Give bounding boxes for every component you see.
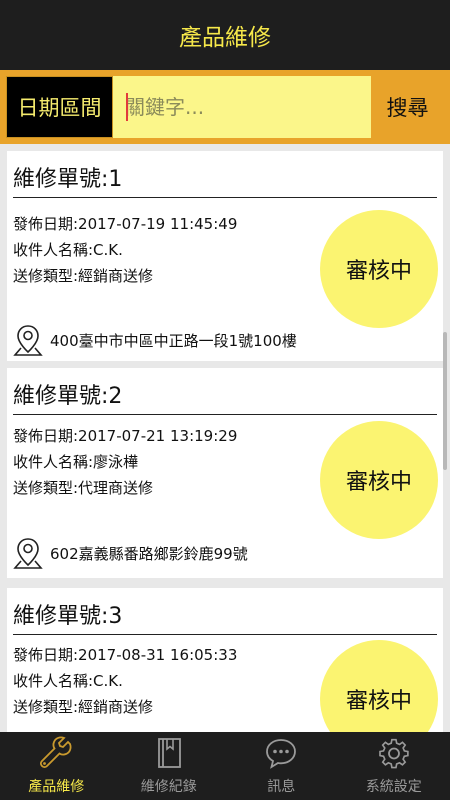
nav-item-records[interactable]: 維修紀錄 xyxy=(113,732,226,800)
wrench-icon xyxy=(40,736,72,769)
recipient-name: 收件人名稱:C.K. xyxy=(13,241,123,259)
repair-order-list[interactable]: 維修單號:1 發佈日期:2017-07-19 11:45:49 收件人名稱:C.… xyxy=(0,144,450,732)
book-icon xyxy=(157,738,181,768)
repair-order-card[interactable]: 維修單號:2 發佈日期:2017-07-21 13:19:29 收件人名稱:廖泳… xyxy=(7,368,443,578)
recipient-name: 收件人名稱:C.K. xyxy=(13,672,123,690)
nav-label: 維修紀錄 xyxy=(140,779,197,795)
location-pin-icon xyxy=(13,325,43,356)
repair-type: 送修類型:經銷商送修 xyxy=(13,267,154,285)
scrollbar[interactable] xyxy=(443,332,447,470)
nav-label: 系統設定 xyxy=(365,779,422,795)
publish-date: 發佈日期:2017-07-19 11:45:49 xyxy=(13,215,238,233)
publish-date: 發佈日期:2017-08-31 16:05:33 xyxy=(13,646,238,664)
repair-order-card[interactable]: 維修單號:1 發佈日期:2017-07-19 11:45:49 收件人名稱:C.… xyxy=(7,151,443,361)
publish-date: 發佈日期:2017-07-21 13:19:29 xyxy=(13,427,238,445)
status-badge: 審核中 xyxy=(320,640,438,732)
search-button[interactable]: 搜尋 xyxy=(371,76,444,138)
divider xyxy=(13,634,437,635)
app-header: 產品維修 xyxy=(0,0,450,70)
text-caret xyxy=(126,93,128,121)
page-title: 產品維修 xyxy=(179,25,271,51)
order-number: 維修單號:2 xyxy=(13,384,123,409)
keyword-search-input[interactable] xyxy=(113,76,371,138)
nav-item-messages[interactable]: 訊息 xyxy=(225,732,338,800)
nav-item-repair[interactable]: 產品維修 xyxy=(0,732,113,800)
date-range-button[interactable]: 日期區間 xyxy=(6,76,113,138)
gear-icon xyxy=(378,738,409,769)
repair-type: 送修類型:經銷商送修 xyxy=(13,698,154,716)
order-number: 維修單號:1 xyxy=(13,167,123,192)
divider xyxy=(13,414,437,415)
order-number: 維修單號:3 xyxy=(13,604,123,629)
location-pin-icon xyxy=(13,538,43,569)
nav-label: 訊息 xyxy=(267,779,296,795)
address-text: 602嘉義縣番路鄉影鈴鹿99號 xyxy=(50,545,248,563)
nav-item-settings[interactable]: 系統設定 xyxy=(338,732,450,800)
bottom-nav: 產品維修 維修紀錄 訊息 系統設定 xyxy=(0,732,450,800)
recipient-name: 收件人名稱:廖泳樺 xyxy=(13,453,139,471)
status-badge: 審核中 xyxy=(320,421,438,539)
repair-order-card[interactable]: 維修單號:3 發佈日期:2017-08-31 16:05:33 收件人名稱:C.… xyxy=(7,588,443,732)
search-bar: 日期區間 搜尋 xyxy=(0,70,450,144)
chat-icon xyxy=(266,739,297,769)
repair-type: 送修類型:代理商送修 xyxy=(13,479,154,497)
status-badge: 審核中 xyxy=(320,210,438,328)
divider xyxy=(13,197,437,198)
nav-label: 產品維修 xyxy=(28,779,85,795)
address-text: 400臺中市中區中正路一段1號100樓 xyxy=(50,332,297,350)
